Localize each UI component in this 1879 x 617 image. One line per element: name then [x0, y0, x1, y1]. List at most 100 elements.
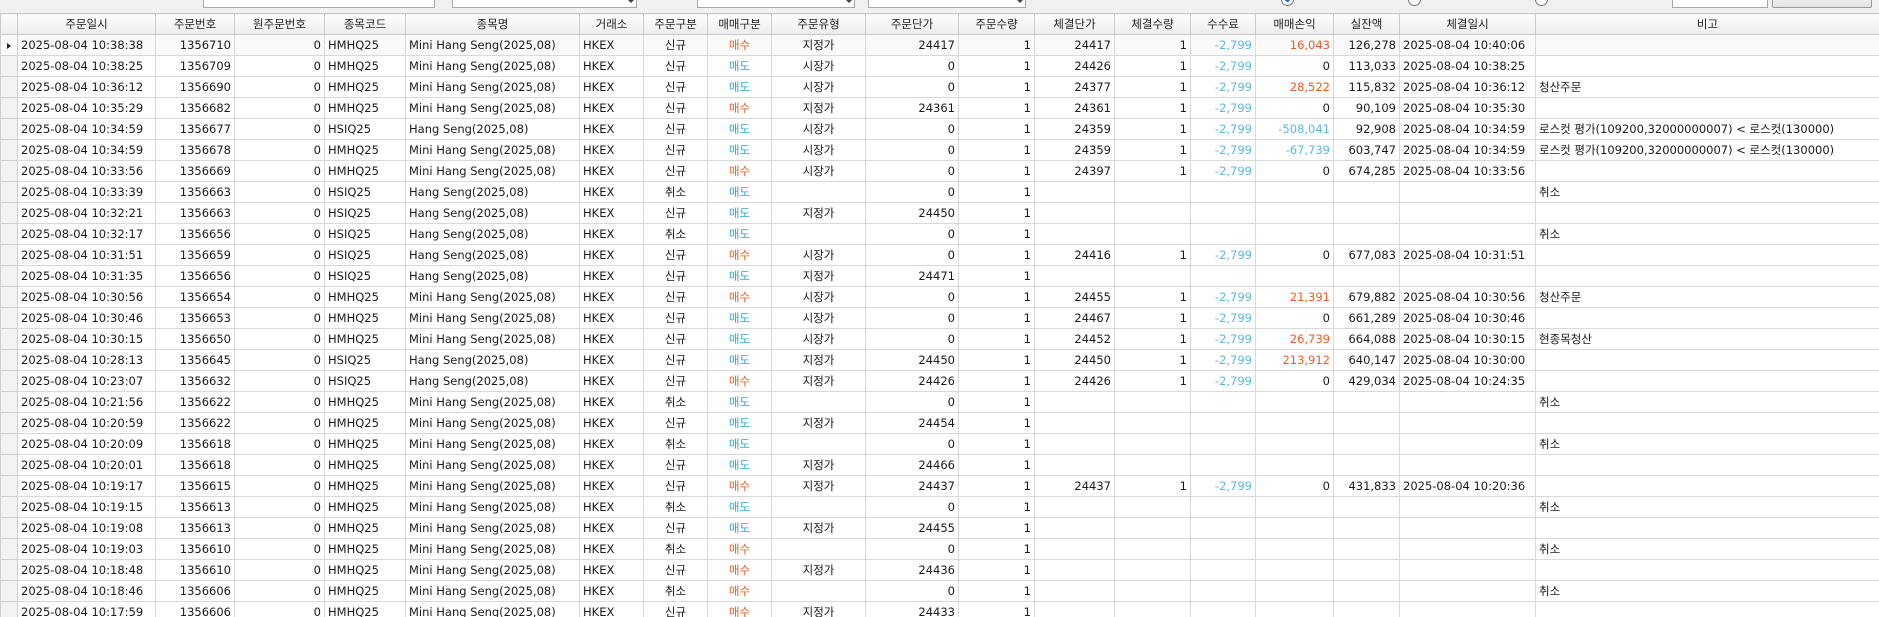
row-indicator[interactable] [0, 559, 18, 581]
row-indicator[interactable] [0, 517, 18, 539]
table-row[interactable]: 2025-08-04 10:33:56 1356669 0 HMHQ25 Mini Ha… [0, 160, 1879, 182]
table-row[interactable]: 2025-08-04 10:34:59 1356677 0 HSIQ25 Hang Se… [0, 118, 1879, 140]
row-indicator[interactable] [0, 496, 18, 518]
row-indicator[interactable] [0, 580, 18, 602]
table-row[interactable]: 2025-08-04 10:33:39 1356663 0 HSIQ25 Hang Se… [0, 181, 1879, 203]
row-indicator[interactable] [0, 76, 18, 98]
table-row[interactable]: 2025-08-04 10:28:13 1356645 0 HSIQ25 Hang Se… [0, 349, 1879, 371]
row-indicator[interactable] [0, 55, 18, 77]
column-header[interactable]: 비고 [1535, 13, 1879, 35]
fill-price-cell: 24359 [1034, 139, 1115, 161]
column-header[interactable]: 주문일시 [17, 13, 156, 35]
column-header[interactable]: 매매손익 [1255, 13, 1334, 35]
row-indicator[interactable] [0, 223, 18, 245]
column-header[interactable]: 체결단가 [1034, 13, 1115, 35]
date-field[interactable] [1672, 0, 1768, 8]
order-no-cell: 1356615 [155, 475, 235, 497]
radio-filled[interactable] [1535, 0, 1548, 6]
table-row[interactable]: 2025-08-04 10:36:12 1356690 0 HMHQ25 Mini Ha… [0, 76, 1879, 98]
query-button[interactable] [1772, 0, 1872, 8]
table-row[interactable]: 2025-08-04 10:31:35 1356656 0 HSIQ25 Hang Se… [0, 265, 1879, 287]
order-time-cell: 2025-08-04 10:20:09 [17, 433, 156, 455]
table-row[interactable]: 2025-08-04 10:20:59 1356622 0 HMHQ25 Mini Ha… [0, 412, 1879, 434]
column-header[interactable]: 원주문번호 [234, 13, 325, 35]
order-price-cell: 0 [865, 496, 959, 518]
radio-all[interactable] [1281, 0, 1294, 6]
row-indicator[interactable] [0, 307, 18, 329]
symbol-field[interactable] [452, 0, 637, 8]
table-row[interactable]: 2025-08-04 10:35:29 1356682 0 HMHQ25 Mini Ha… [0, 97, 1879, 119]
table-row[interactable]: 2025-08-04 10:32:21 1356663 0 HSIQ25 Hang Se… [0, 202, 1879, 224]
row-indicator[interactable] [0, 370, 18, 392]
account-field[interactable] [203, 0, 435, 8]
row-indicator[interactable] [0, 202, 18, 224]
fill-price-cell [1034, 265, 1115, 287]
fill-price-cell [1034, 433, 1115, 455]
row-indicator[interactable] [0, 34, 18, 56]
row-indicator[interactable] [0, 454, 18, 476]
row-indicator[interactable] [0, 244, 18, 266]
table-row[interactable]: 2025-08-04 10:18:46 1356606 0 HMHQ25 Mini Ha… [0, 580, 1879, 602]
symbol-code-cell: HSIQ25 [324, 118, 406, 140]
order-price-cell: 0 [865, 181, 959, 203]
column-header[interactable]: 주문구분 [643, 13, 708, 35]
row-indicator[interactable] [0, 265, 18, 287]
table-row[interactable]: 2025-08-04 10:30:15 1356650 0 HMHQ25 Mini Ha… [0, 328, 1879, 350]
row-indicator[interactable] [0, 538, 18, 560]
table-row[interactable]: 2025-08-04 10:30:56 1356654 0 HMHQ25 Mini Ha… [0, 286, 1879, 308]
table-row[interactable]: 2025-08-04 10:20:01 1356618 0 HMHQ25 Mini Ha… [0, 454, 1879, 476]
row-indicator[interactable] [0, 475, 18, 497]
symbol-name-cell: Mini Hang Seng(2025,08) [405, 601, 580, 617]
column-header[interactable]: 주문수량 [958, 13, 1035, 35]
status-select[interactable] [868, 0, 1026, 8]
pnl-cell: 0 [1255, 55, 1334, 77]
row-indicator[interactable] [0, 601, 18, 617]
table-row[interactable]: 2025-08-04 10:17:59 1356606 0 HMHQ25 Mini Ha… [0, 601, 1879, 617]
table-row[interactable]: 2025-08-04 10:38:38 1356710 0 HMHQ25 Mini Ha… [0, 34, 1879, 56]
row-indicator[interactable] [0, 412, 18, 434]
table-row[interactable]: 2025-08-04 10:18:48 1356610 0 HMHQ25 Mini Ha… [0, 559, 1879, 581]
fill-time-cell [1399, 391, 1536, 413]
row-indicator[interactable] [0, 286, 18, 308]
row-indicator[interactable] [0, 328, 18, 350]
table-row[interactable]: 2025-08-04 10:30:46 1356653 0 HMHQ25 Mini Ha… [0, 307, 1879, 329]
column-header[interactable]: 거래소 [579, 13, 644, 35]
row-indicator[interactable] [0, 349, 18, 371]
table-row[interactable]: 2025-08-04 10:38:25 1356709 0 HMHQ25 Mini Ha… [0, 55, 1879, 77]
fill-qty-cell: 1 [1114, 370, 1191, 392]
table-row[interactable]: 2025-08-04 10:19:17 1356615 0 HMHQ25 Mini Ha… [0, 475, 1879, 497]
row-indicator[interactable] [0, 118, 18, 140]
price-type-cell: 시장가 [771, 55, 866, 77]
column-header[interactable]: 주문유형 [771, 13, 866, 35]
column-header[interactable]: 종목코드 [324, 13, 406, 35]
table-row[interactable]: 2025-08-04 10:19:15 1356613 0 HMHQ25 Mini Ha… [0, 496, 1879, 518]
column-header[interactable]: 매매구분 [707, 13, 772, 35]
table-row[interactable]: 2025-08-04 10:23:07 1356632 0 HSIQ25 Hang Se… [0, 370, 1879, 392]
column-header[interactable]: 수수료 [1190, 13, 1256, 35]
column-header[interactable]: 주문단가 [865, 13, 959, 35]
row-indicator[interactable] [0, 391, 18, 413]
table-row[interactable]: 2025-08-04 10:31:51 1356659 0 HSIQ25 Hang Se… [0, 244, 1879, 266]
row-indicator[interactable] [0, 139, 18, 161]
column-header[interactable]: 주문번호 [155, 13, 235, 35]
column-header[interactable]: 종목명 [405, 13, 580, 35]
table-row[interactable]: 2025-08-04 10:21:56 1356622 0 HMHQ25 Mini Ha… [0, 391, 1879, 413]
note-cell [1535, 454, 1879, 476]
table-row[interactable]: 2025-08-04 10:19:08 1356613 0 HMHQ25 Mini Ha… [0, 517, 1879, 539]
table-row[interactable]: 2025-08-04 10:34:59 1356678 0 HMHQ25 Mini Ha… [0, 139, 1879, 161]
table-row[interactable]: 2025-08-04 10:19:03 1356610 0 HMHQ25 Mini Ha… [0, 538, 1879, 560]
row-indicator[interactable] [0, 97, 18, 119]
symbol-code-cell: HMHQ25 [324, 328, 406, 350]
row-indicator[interactable] [0, 433, 18, 455]
column-header[interactable]: 체결일시 [1399, 13, 1536, 35]
table-row[interactable]: 2025-08-04 10:32:17 1356656 0 HSIQ25 Hang Se… [0, 223, 1879, 245]
radio-unfilled[interactable] [1408, 0, 1421, 6]
column-header[interactable]: 실잔액 [1333, 13, 1400, 35]
row-indicator[interactable] [0, 181, 18, 203]
table-row[interactable]: 2025-08-04 10:20:09 1356618 0 HMHQ25 Mini Ha… [0, 433, 1879, 455]
row-indicator[interactable] [0, 160, 18, 182]
order-type-select[interactable] [697, 0, 855, 8]
side-cell: 매수 [707, 160, 772, 182]
column-header[interactable]: 체결수량 [1114, 13, 1191, 35]
fee-cell: -2,799 [1190, 76, 1256, 98]
